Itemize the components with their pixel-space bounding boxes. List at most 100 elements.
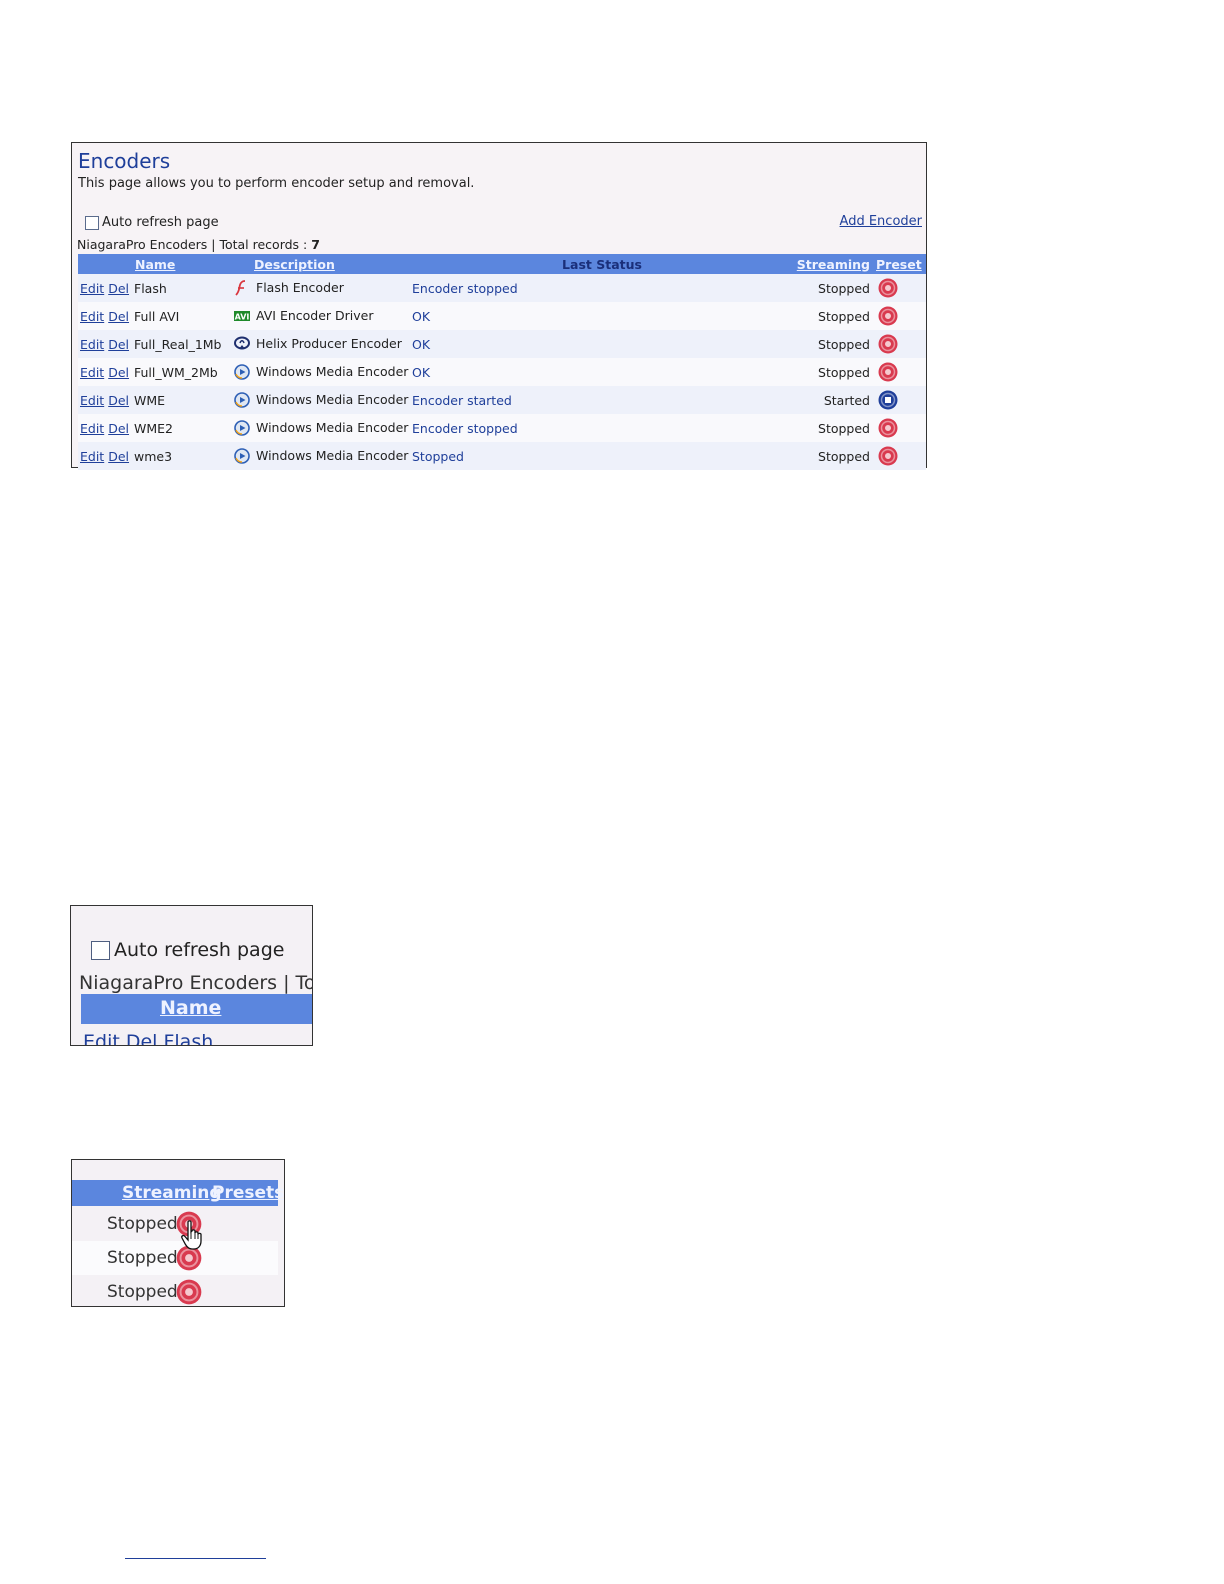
auto-refresh-checkbox[interactable] bbox=[85, 215, 99, 230]
streaming-state: Stopped bbox=[818, 336, 870, 352]
edit-link[interactable]: Edit bbox=[80, 421, 104, 436]
encoder-last-status: Stopped bbox=[412, 448, 464, 464]
inset-presets-header[interactable]: Presets bbox=[212, 1183, 284, 1203]
column-last-status-header: Last Status bbox=[562, 256, 642, 272]
inset-streaming-state: Stopped bbox=[107, 1248, 178, 1268]
encoder-name: WME2 bbox=[132, 414, 232, 442]
flash-icon bbox=[234, 280, 250, 296]
table-row: Edit Del Full_Real_1Mb Helix Producer Encod… bbox=[78, 330, 926, 358]
streaming-state: Stopped bbox=[818, 420, 870, 436]
delete-link[interactable]: Del bbox=[108, 365, 129, 380]
delete-link[interactable]: Del bbox=[108, 309, 129, 324]
start-stream-button-icon[interactable] bbox=[878, 278, 898, 298]
windows-media-icon bbox=[234, 448, 250, 465]
encoder-last-status: OK bbox=[412, 308, 431, 324]
table-row: Edit Del Full_WM_2Mb Windows Media Encoder O… bbox=[78, 358, 926, 386]
column-streaming-header[interactable]: Streaming bbox=[797, 257, 870, 272]
encoder-name: Flash bbox=[132, 274, 232, 302]
encoders-panel: Encoders This page allows you to perform… bbox=[71, 142, 927, 470]
delete-link[interactable]: Del bbox=[108, 421, 129, 436]
footer-divider bbox=[125, 1558, 266, 1559]
encoder-last-status: Encoder stopped bbox=[412, 420, 518, 436]
hand-cursor-icon bbox=[181, 1220, 202, 1250]
inset-streaming-state: Stopped bbox=[107, 1214, 178, 1234]
inset-stream-row: Stopped bbox=[72, 1275, 278, 1306]
edit-link[interactable]: Edit bbox=[80, 337, 104, 352]
encoder-name: Full AVI bbox=[132, 302, 232, 330]
delete-link[interactable]: Del bbox=[108, 449, 129, 464]
edit-link[interactable]: Edit bbox=[80, 281, 104, 296]
edit-link[interactable]: Edit bbox=[80, 309, 104, 324]
windows-media-icon bbox=[234, 392, 250, 409]
delete-link[interactable]: Del bbox=[108, 281, 129, 296]
encoder-last-status: Encoder stopped bbox=[412, 280, 518, 296]
table-row: Edit Del WME2 Windows Media Encoder Encoder … bbox=[78, 414, 926, 442]
column-preset-header[interactable]: Preset bbox=[876, 257, 922, 272]
inset-auto-refresh-label: Auto refresh page bbox=[114, 939, 285, 961]
windows-media-icon bbox=[234, 420, 250, 437]
edit-link[interactable]: Edit bbox=[80, 449, 104, 464]
encoder-name: Full_WM_2Mb bbox=[132, 358, 232, 386]
add-encoder-link[interactable]: Add Encoder bbox=[840, 214, 922, 229]
table-row: Edit Del Full AVI AVI AVI Encoder Driver OK St… bbox=[78, 302, 926, 330]
encoder-description: Windows Media Encoder bbox=[256, 419, 409, 435]
start-stream-button-icon[interactable] bbox=[878, 446, 898, 466]
streaming-state: Stopped bbox=[818, 308, 870, 324]
auto-refresh-toggle[interactable]: Auto refresh page bbox=[85, 215, 219, 230]
helix-icon bbox=[234, 336, 250, 352]
streaming-state: Stopped bbox=[818, 364, 870, 380]
encoder-last-status: OK bbox=[412, 336, 431, 352]
encoder-last-status: OK bbox=[412, 364, 431, 380]
encoder-name: Full_Real_1Mb bbox=[132, 330, 232, 358]
inset-auto-refresh-toggle[interactable]: Auto refresh page bbox=[91, 939, 284, 961]
inset-name-header[interactable]: Name bbox=[160, 997, 221, 1019]
inset-records-label: NiagaraPro Encoders | Tota bbox=[79, 972, 313, 994]
inset-streaming-header[interactable]: Streaming bbox=[122, 1183, 222, 1203]
inset-row-partial: Edit Del Flash bbox=[83, 1031, 214, 1046]
delete-link[interactable]: Del bbox=[108, 337, 129, 352]
records-count: 7 bbox=[311, 237, 320, 252]
encoder-description: Flash Encoder bbox=[256, 279, 344, 295]
streaming-state: Stopped bbox=[818, 280, 870, 296]
stop-stream-button-icon[interactable] bbox=[878, 390, 898, 410]
edit-link[interactable]: Edit bbox=[80, 393, 104, 408]
start-stream-button-icon[interactable] bbox=[878, 418, 898, 438]
encoders-table: Name Description Last Status Streaming P… bbox=[78, 254, 926, 470]
start-stream-button-icon[interactable] bbox=[176, 1279, 202, 1305]
start-stream-button-icon[interactable] bbox=[878, 362, 898, 382]
windows-media-icon bbox=[234, 364, 250, 381]
zoom-inset-streaming: Streaming Presets Stopped Stopped Stopped bbox=[71, 1159, 285, 1307]
page-title: Encoders bbox=[78, 149, 171, 173]
delete-link[interactable]: Del bbox=[108, 393, 129, 408]
inset-stream-row: Stopped bbox=[72, 1207, 278, 1241]
zoom-inset-auto-refresh: Auto refresh page NiagaraPro Encoders | … bbox=[70, 905, 313, 1046]
edit-link[interactable]: Edit bbox=[80, 365, 104, 380]
encoder-last-status: Encoder started bbox=[412, 392, 512, 408]
table-header-row: Name Description Last Status Streaming P… bbox=[78, 254, 926, 274]
inset-streaming-state: Stopped bbox=[107, 1282, 178, 1302]
encoder-name: wme3 bbox=[132, 442, 232, 470]
encoder-description: Windows Media Encoder bbox=[256, 447, 409, 463]
auto-refresh-label: Auto refresh page bbox=[102, 215, 219, 230]
table-row: Edit Del wme3 Windows Media Encoder Stopped S… bbox=[78, 442, 926, 470]
encoder-name: WME bbox=[132, 386, 232, 414]
start-stream-button-icon[interactable] bbox=[878, 334, 898, 354]
svg-text:AVI: AVI bbox=[235, 313, 250, 322]
encoder-description: Windows Media Encoder bbox=[256, 363, 409, 379]
start-stream-button-icon[interactable] bbox=[878, 306, 898, 326]
page-subtitle: This page allows you to perform encoder … bbox=[78, 176, 475, 191]
table-row: Edit Del Flash Flash Encoder Encoder stopped… bbox=[78, 274, 926, 302]
encoder-description: AVI Encoder Driver bbox=[256, 307, 374, 323]
streaming-state: Stopped bbox=[818, 448, 870, 464]
column-description-header[interactable]: Description bbox=[254, 257, 335, 272]
records-label: NiagaraPro Encoders | Total records : bbox=[77, 237, 312, 252]
column-name-header[interactable]: Name bbox=[135, 257, 175, 272]
encoder-description: Windows Media Encoder bbox=[256, 391, 409, 407]
records-summary: NiagaraPro Encoders | Total records : 7 bbox=[77, 237, 320, 252]
encoder-description: Helix Producer Encoder bbox=[256, 335, 402, 351]
inset-stream-row: Stopped bbox=[72, 1241, 278, 1275]
avi-icon: AVI bbox=[234, 308, 250, 324]
table-row: Edit Del WME Windows Media Encoder Encoder s… bbox=[78, 386, 926, 414]
inset-auto-refresh-checkbox[interactable] bbox=[91, 940, 110, 960]
streaming-state: Started bbox=[823, 392, 870, 408]
